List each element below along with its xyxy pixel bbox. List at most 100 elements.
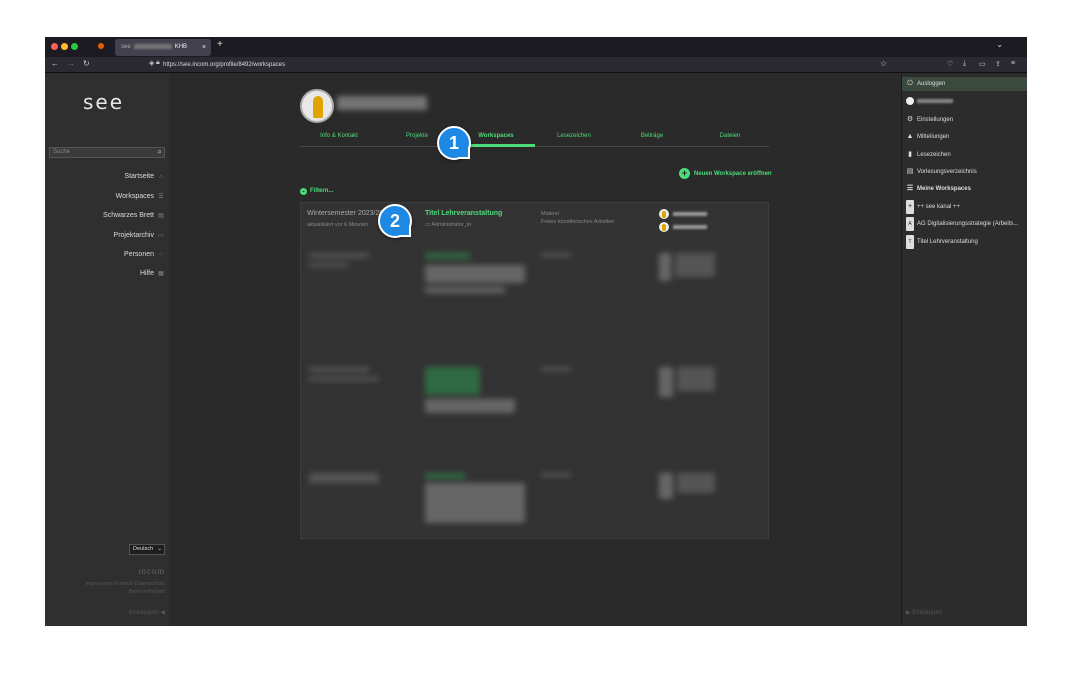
- step-badge-1: 1: [437, 126, 471, 160]
- badge-pointer: [458, 147, 470, 159]
- screenshot-icon[interactable]: ▭: [979, 60, 986, 68]
- filter-label: Filtern...: [310, 188, 334, 194]
- shield-icon[interactable]: ◈: [149, 59, 154, 67]
- reload-icon[interactable]: ↻: [83, 59, 90, 68]
- profile-avatar: [300, 89, 334, 123]
- collapse-label: Einklappen: [129, 610, 159, 616]
- chevron-left-icon: ◀: [160, 610, 165, 616]
- course-icon: T: [906, 235, 914, 249]
- footer-line[interactable]: Barrierefreiheit: [86, 588, 165, 596]
- nav-label: Schwarzes Brett: [103, 212, 154, 219]
- item-label: Meine Workspaces: [917, 186, 971, 192]
- item-label: AG Digitalisierungsstrategie (Arbeits...: [917, 221, 1019, 227]
- filter-toggle[interactable]: ⌄ Filtern...: [300, 188, 333, 195]
- nav-schwarzes-brett[interactable]: Schwarzes Brett ▤: [103, 212, 165, 219]
- workspace-title-link[interactable]: Titel Lehrveranstaltung: [425, 210, 502, 217]
- browser-window: see KHB × + ⌄ ← → ↻ ◈ 🔒︎ https://see.inco…: [45, 37, 1027, 626]
- search-input[interactable]: Suche ⌕: [49, 147, 165, 158]
- board-icon: ▤: [158, 213, 164, 219]
- incom-logo: ıncom: [138, 567, 165, 576]
- item-label: Mitteilungen: [917, 134, 950, 140]
- gear-icon: ⚙: [906, 116, 914, 123]
- people-icon: ⁘: [158, 252, 164, 258]
- logout-item[interactable]: ⏻ Ausloggen: [902, 77, 1027, 91]
- collapse-left-button[interactable]: Einklappen ◀: [129, 609, 165, 616]
- download-icon[interactable]: ⤓: [963, 60, 966, 68]
- item-label: Einstellungen: [917, 117, 954, 123]
- minimize-window-icon[interactable]: [61, 43, 68, 50]
- tab-list-icon[interactable]: ⌄: [996, 40, 1003, 49]
- firefox-icon: [98, 43, 104, 49]
- course-item[interactable]: T Titel Lehrveranstaltung: [906, 235, 1026, 249]
- back-icon[interactable]: ←: [51, 59, 59, 68]
- bookmark-star-icon[interactable]: ☆: [880, 59, 887, 68]
- nav-personen[interactable]: Personen ⁘: [124, 251, 165, 258]
- tab-info-kontakt[interactable]: Info & Kontakt: [300, 132, 378, 146]
- footer-line[interactable]: Impressum Kontakt Datenschutz: [86, 580, 165, 588]
- badge-number: 1: [448, 133, 459, 153]
- ag-item[interactable]: A AG Digitalisierungsstrategie (Arbeits..…: [906, 217, 1026, 231]
- collapse-right-button[interactable]: ▶ Einklappen: [906, 609, 942, 616]
- new-workspace-label: Neuen Workspace eröffnen: [694, 171, 772, 178]
- profile-name-blurred: [337, 96, 427, 110]
- category-label: Malerei: [541, 211, 560, 217]
- help-icon: ▦: [158, 271, 164, 277]
- tab-dateien[interactable]: Dateien: [691, 132, 769, 146]
- chevron-down-icon: ⌄: [157, 546, 162, 552]
- profile-name-blurred: [917, 99, 953, 104]
- nav-label: Projektarchiv: [113, 232, 154, 239]
- member-1[interactable]: [659, 209, 707, 220]
- catalog-item[interactable]: ▤ Vorlesungsverzeichnis: [906, 165, 1026, 179]
- member-name-blurred: [673, 225, 707, 229]
- avatar: [659, 209, 669, 219]
- extensions-icon[interactable]: ⇪: [995, 60, 1001, 68]
- browser-tab[interactable]: see KHB ×: [115, 39, 211, 56]
- footer-links[interactable]: Impressum Kontakt Datenschutz Barrierefre…: [86, 580, 165, 596]
- nav-startseite[interactable]: Startseite ⌂: [124, 173, 165, 180]
- item-label: ++ see kanal ++: [917, 204, 961, 210]
- tab-bar: see KHB × + ⌄: [45, 37, 1027, 57]
- tab-beitraege[interactable]: Beiträge: [613, 132, 691, 146]
- my-workspaces-item[interactable]: ☰ Meine Workspaces: [906, 182, 1026, 196]
- forward-icon[interactable]: →: [67, 59, 75, 68]
- url-bar[interactable]: https://see.incom.org/profile/8492/works…: [163, 59, 863, 71]
- nav-hilfe[interactable]: Hilfe ▦: [140, 270, 165, 277]
- member-2[interactable]: [659, 222, 707, 233]
- right-sidebar: ⏻ Ausloggen ⚙ Einstellungen ▲ Mitteilungen …: [901, 74, 1027, 626]
- nav-workspaces[interactable]: Workspaces ☰: [116, 193, 165, 200]
- role: ▭ Administrator_in: [425, 222, 471, 228]
- nav-projektarchiv[interactable]: Projektarchiv ▭: [114, 232, 165, 239]
- language-select[interactable]: Deutsch ⌄: [129, 544, 165, 555]
- channel-icon: +: [906, 200, 914, 214]
- bookmarks-item[interactable]: ▮ Lesezeichen: [906, 148, 1026, 162]
- nav-bar: ← → ↻ ◈ 🔒︎ https://see.incom.org/profile…: [45, 57, 1027, 73]
- see-kanal-item[interactable]: + ++ see kanal ++: [906, 200, 1026, 214]
- profile-item[interactable]: [906, 95, 1026, 109]
- settings-item[interactable]: ⚙ Einstellungen: [906, 113, 1026, 127]
- badge-number: 2: [389, 211, 400, 231]
- search-icon[interactable]: ⌕: [158, 147, 162, 156]
- maximize-window-icon[interactable]: [71, 43, 78, 50]
- tab-close-icon[interactable]: ×: [202, 39, 206, 56]
- badge-pointer: [399, 225, 411, 237]
- subcategory-label: Freies künstlerisches Arbeiten: [541, 219, 615, 225]
- nav-label: Workspaces: [115, 193, 154, 200]
- tab-lesezeichen[interactable]: Lesezeichen: [535, 132, 613, 146]
- see-logo[interactable]: see: [83, 90, 124, 114]
- lock-icon[interactable]: 🔒︎: [156, 59, 160, 67]
- close-window-icon[interactable]: [51, 43, 58, 50]
- nav-label: Hilfe: [139, 270, 154, 277]
- notifications-item[interactable]: ▲ Mitteilungen: [906, 130, 1026, 144]
- pocket-icon[interactable]: ♡: [947, 60, 953, 68]
- menu-icon[interactable]: ≡: [1011, 60, 1015, 67]
- left-sidebar: see Suche ⌕ Startseite ⌂ Workspaces ☰ Schw…: [45, 74, 169, 626]
- bookmark-icon: ▮: [908, 151, 912, 158]
- site-favicon-icon: see: [121, 44, 131, 50]
- nav-label: Startseite: [124, 173, 154, 180]
- table-row[interactable]: Wintersemester 2023/2024 aktualisiert vo…: [301, 203, 770, 245]
- blurred-row: [301, 469, 770, 569]
- home-icon: ⌂: [159, 174, 163, 180]
- new-workspace-button[interactable]: + Neuen Workspace eröffnen: [679, 168, 772, 180]
- new-tab-button[interactable]: +: [217, 39, 223, 50]
- tab-title-blurred: [133, 43, 172, 49]
